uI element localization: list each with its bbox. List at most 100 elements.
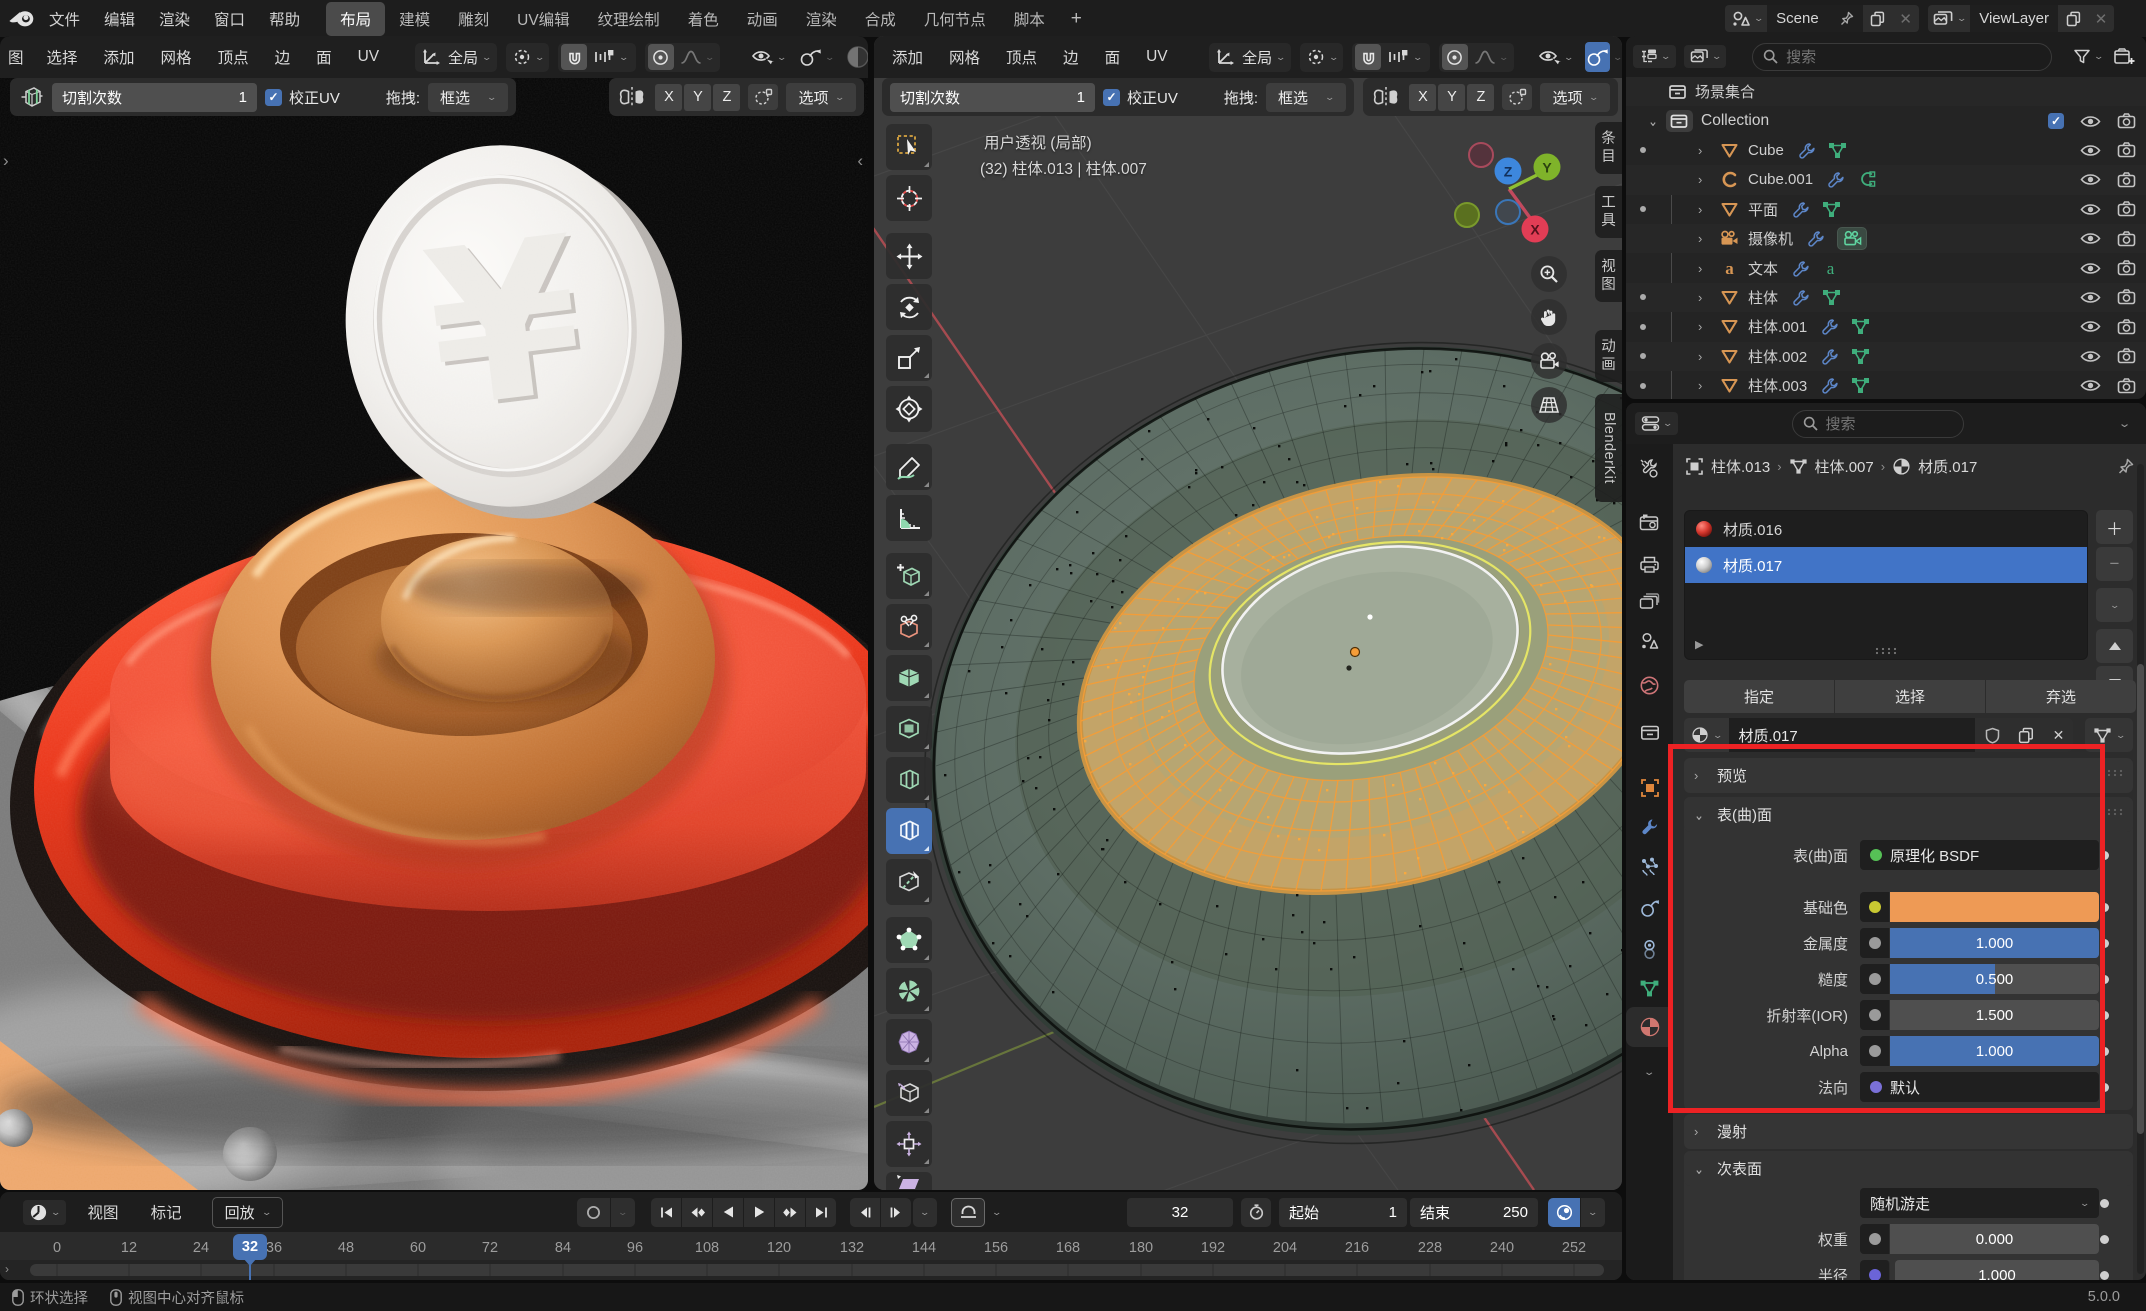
collection-checkbox[interactable]: ✓	[2048, 113, 2064, 129]
transform-orientation-dropdown[interactable]: 全局⌄	[415, 43, 497, 72]
current-frame-marker[interactable]: 32	[233, 1234, 267, 1260]
unlink-material-button[interactable]: ✕	[2043, 718, 2073, 752]
snap-toggle-button[interactable]	[561, 44, 587, 70]
tool-shrink-fatten[interactable]	[886, 1121, 932, 1167]
panel-subsurface-header[interactable]: ⌄ 次表面	[1684, 1151, 2133, 1186]
outliner-row-7[interactable]: › 柱体.002	[1626, 342, 2146, 371]
normal-field[interactable]: 默认	[1860, 1072, 2099, 1102]
collection-row[interactable]: ⌄ Collection ✓	[1626, 106, 2146, 135]
menu-window[interactable]: 窗口	[202, 8, 257, 30]
tool-measure[interactable]	[886, 495, 932, 541]
playback-sync-button[interactable]	[1548, 1198, 1580, 1227]
proportional-edit-button[interactable]	[1442, 44, 1468, 70]
mirror-y-button[interactable]: Y	[684, 84, 711, 111]
perspective-toggle-button[interactable]	[1531, 387, 1567, 423]
timeline-editor-type[interactable]: ⌄	[23, 1200, 66, 1225]
tab-uv-editing[interactable]: UV编辑	[503, 2, 584, 36]
hide-eye-icon[interactable]	[2080, 114, 2101, 129]
ptab-render[interactable]	[1626, 502, 1673, 542]
scene-browse-button[interactable]: ⌄	[1725, 5, 1768, 32]
cuts-count-field[interactable]: 切割次数1	[890, 83, 1095, 112]
hide-eye-icon[interactable]	[2080, 143, 2101, 158]
tab-texture-paint[interactable]: 纹理绘制	[584, 2, 674, 36]
autokey-dropdown[interactable]: ⌄	[611, 1198, 635, 1227]
hide-eye-icon[interactable]	[2080, 172, 2101, 187]
overlays-dropdown[interactable]: ⌄	[793, 43, 840, 72]
tool-spin[interactable]	[886, 968, 932, 1014]
mirror-x-button[interactable]: X	[1409, 84, 1436, 111]
menu-vertex[interactable]: 顶点	[205, 46, 262, 68]
tool-extrude[interactable]	[886, 604, 932, 650]
tool-smooth[interactable]	[886, 1019, 932, 1065]
decorator-dot[interactable]	[2100, 1271, 2109, 1280]
tool-edge-slide[interactable]	[886, 1070, 932, 1116]
render-visibility-icon[interactable]	[2117, 260, 2136, 276]
subsurface-method-dropdown[interactable]: 随机游走 ⌄	[1860, 1188, 2099, 1218]
shading-sphere-clipped[interactable]	[842, 44, 868, 70]
timeline-menu-marker[interactable]: 标记	[135, 1201, 198, 1223]
decorator-dot[interactable]	[2100, 903, 2109, 912]
decorator-dot[interactable]	[2100, 1235, 2109, 1244]
crumb-object[interactable]: 柱体.013	[1711, 456, 1770, 477]
ntab-animation[interactable]: 动画	[1595, 330, 1622, 382]
render-visibility-icon[interactable]	[2117, 172, 2136, 188]
cuts-count-field[interactable]: 切割次数1	[52, 83, 257, 112]
menu-render[interactable]: 渲染	[147, 8, 202, 30]
render-visibility-icon[interactable]	[2117, 142, 2136, 158]
pivot-point-dropdown[interactable]: ⌄	[506, 43, 550, 72]
decorator-dot[interactable]	[2100, 1199, 2109, 1208]
hide-eye-icon[interactable]	[2080, 261, 2101, 276]
add-slot-button[interactable]: ＋	[2096, 510, 2133, 544]
viewlayer-name-field[interactable]: ViewLayer	[1970, 5, 2058, 32]
mirror-z-button[interactable]: Z	[713, 84, 740, 111]
radius-field[interactable]: 1.000	[1860, 1260, 2099, 1280]
new-collection-button[interactable]	[2113, 47, 2135, 66]
ptab-scene[interactable]	[1626, 621, 1673, 661]
crumb-data[interactable]: 柱体.007	[1815, 456, 1874, 477]
hide-eye-icon[interactable]	[2080, 349, 2101, 364]
menu-mesh[interactable]: 网格	[148, 46, 205, 68]
render-visibility-icon[interactable]	[2117, 348, 2136, 364]
menu-file[interactable]: 文件	[37, 8, 92, 30]
properties-scrollbar[interactable]	[2137, 464, 2144, 1274]
list-resize-grip[interactable]	[1875, 647, 1897, 655]
new-material-button[interactable]	[2009, 718, 2043, 752]
step-back-button[interactable]	[850, 1198, 880, 1227]
decorator-dot[interactable]	[2100, 939, 2109, 948]
ptab-physics[interactable]	[1626, 888, 1673, 928]
tool-rotate[interactable]	[886, 284, 932, 330]
pin-icon[interactable]	[2118, 458, 2134, 475]
hide-eye-icon[interactable]	[2080, 319, 2101, 334]
prev-keyframe-button[interactable]	[682, 1198, 712, 1227]
ptab-material-active[interactable]	[1626, 1007, 1673, 1047]
properties-editor-type[interactable]: ⌄	[1635, 412, 1678, 435]
tool-poly-build[interactable]	[886, 917, 932, 963]
transform-orientation-dropdown[interactable]: 全局⌄	[1209, 43, 1291, 72]
tool-cursor[interactable]	[886, 175, 932, 221]
blender-logo-icon[interactable]	[9, 8, 35, 29]
tool-bevel[interactable]	[886, 706, 932, 752]
slot-material-017-selected[interactable]: 材质.017	[1685, 547, 2087, 583]
tool-loopcut-slide[interactable]	[886, 757, 932, 803]
ptab-world[interactable]	[1626, 665, 1673, 705]
weight-slider[interactable]: 0.000	[1860, 1224, 2099, 1254]
link-mode-dropdown[interactable]: ⌄	[2085, 718, 2133, 752]
panel-diffuse[interactable]: › 漫射	[1684, 1114, 2133, 1149]
metallic-slider[interactable]: 1.000	[1860, 928, 2099, 958]
render-visibility-icon[interactable]	[2117, 319, 2136, 335]
scene-unlink-button[interactable]: ✕	[1893, 5, 1919, 32]
material-browse-button[interactable]: ⌄	[1684, 718, 1729, 752]
hide-eye-icon[interactable]	[2080, 231, 2101, 246]
timeline-menu-playback[interactable]: 回放⌄	[212, 1197, 284, 1228]
jump-to-start-button[interactable]	[651, 1198, 681, 1227]
scene-collection-row[interactable]: 场景集合	[1626, 77, 2146, 106]
next-keyframe-button[interactable]	[775, 1198, 805, 1227]
render-visibility-icon[interactable]	[2117, 201, 2136, 217]
menu-edit[interactable]: 编辑	[92, 8, 147, 30]
tool-shear[interactable]	[886, 1172, 932, 1190]
camera-view-button[interactable]	[1531, 343, 1567, 379]
slot-material-016[interactable]: 材质.016	[1685, 511, 2087, 547]
ptab-viewlayer[interactable]	[1626, 582, 1673, 622]
menu-face[interactable]: 面	[303, 46, 345, 68]
remove-slot-button[interactable]: −	[2096, 547, 2133, 581]
